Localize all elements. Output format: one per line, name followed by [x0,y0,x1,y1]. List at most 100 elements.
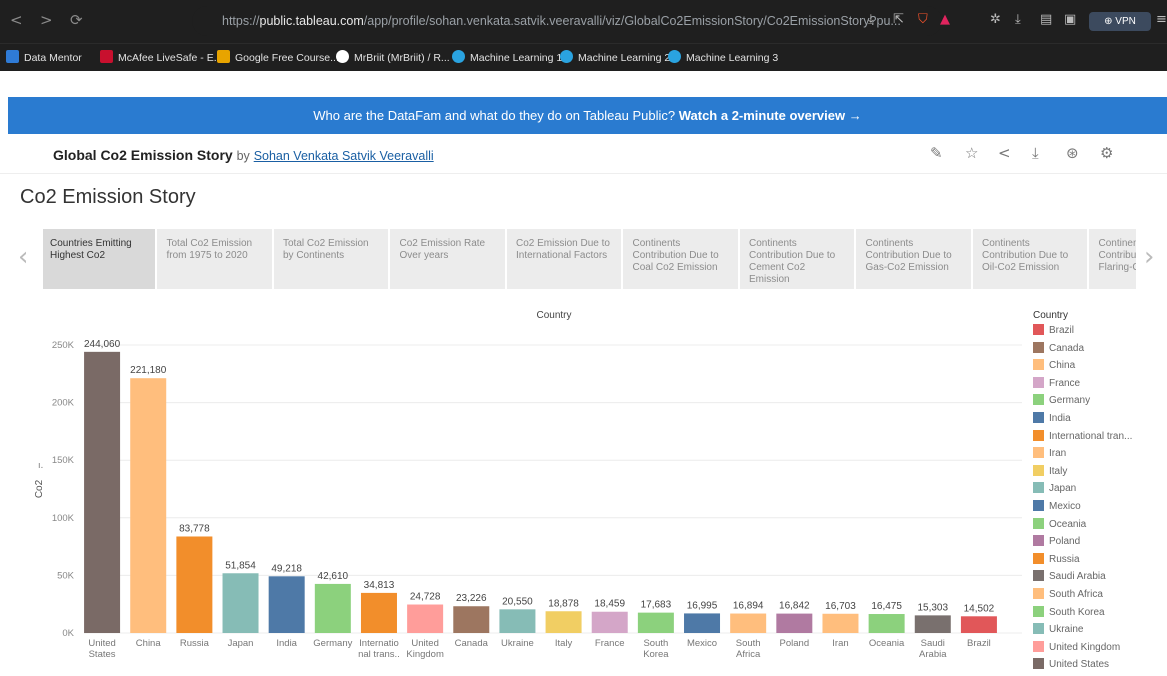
legend-item[interactable]: China [1033,359,1167,377]
bar[interactable] [268,576,305,633]
story-tab-7[interactable]: Continents Contribution Due to Cement Co… [742,229,856,289]
vpn-button[interactable]: ⊕ VPN [1089,12,1151,31]
share-icon[interactable]: < [998,144,1011,162]
download-icon[interactable]: ⤓ [868,12,874,27]
bar[interactable] [545,611,582,633]
datafam-banner[interactable]: Who are the DataFam and what do they do … [8,97,1167,134]
legend-item[interactable]: India [1033,411,1167,430]
legend-swatch [1033,482,1044,494]
bar[interactable] [360,592,397,633]
legend-swatch [1033,623,1044,635]
value-label: 18,878 [548,598,579,609]
value-label: 221,180 [130,365,167,376]
legend-item[interactable]: South Korea [1033,605,1167,624]
bookmark-mcafee[interactable]: McAfee LiveSafe - E... [100,50,222,64]
legend-item[interactable]: Poland [1033,535,1167,553]
extensions-icon[interactable]: ✲ [990,12,1001,27]
value-label: 49,218 [271,563,302,574]
legend-label: United Kingdom [1049,641,1121,653]
legend-item[interactable]: France [1033,376,1167,395]
story-tab-10[interactable]: Continents Contribution Due to Flaring-C… [1092,229,1137,289]
bookmark-ml-1[interactable]: Machine Learning 1 [452,50,562,64]
bar[interactable] [822,613,859,633]
x-tick-label: Brazil [967,638,991,649]
axis-sort-icon[interactable]: ı. [38,461,43,471]
bar[interactable] [960,616,997,633]
story-tab-5[interactable]: Co2 Emission Due to International Factor… [509,229,623,289]
x-tick-label: Japan [228,638,254,649]
legend-item[interactable]: Iran [1033,447,1167,465]
legend-item[interactable]: Germany [1033,394,1167,412]
bar[interactable] [868,614,905,633]
bar[interactable] [914,615,951,633]
story-next-chevron-icon[interactable]: › [1144,242,1154,272]
bar[interactable] [130,378,167,633]
bar[interactable] [637,612,674,633]
bookmark-ml-3[interactable]: Machine Learning 3 [668,50,778,64]
menu-icon[interactable]: ≡ [1156,12,1167,27]
legend-item[interactable]: Russia [1033,552,1167,571]
legend-item[interactable]: Saudi Arabia [1033,570,1167,588]
story-tab-8[interactable]: Continents Contribution Due to Gas-Co2 E… [859,229,973,289]
x-tick-label: Internatio [359,638,399,649]
viz-by: by [236,149,250,163]
bar[interactable] [314,583,351,633]
legend-item[interactable]: Italy [1033,464,1167,483]
bar[interactable] [453,606,490,633]
legend-item[interactable]: South Africa [1033,587,1167,606]
legend-item[interactable]: Japan [1033,482,1167,500]
bar[interactable] [499,609,536,633]
bookmark-google-courses[interactable]: Google Free Course... [217,50,339,64]
y-tick-label: 250K [52,340,75,351]
reload-icon[interactable]: ⟳ [70,11,83,29]
legend-label: China [1049,360,1076,372]
value-label: 14,502 [964,603,995,614]
forward-icon[interactable]: > [40,11,53,29]
legend-item[interactable]: International tran... [1033,429,1167,448]
story-tab-6[interactable]: Continents Contribution Due to Coal Co2 … [626,229,740,289]
share-icon[interactable]: ⇱ [893,12,904,27]
bookmark-github[interactable]: MrBriit (MrBriit) / R... [336,50,450,64]
legend-item[interactable]: Brazil [1033,324,1167,342]
story-prev-chevron-icon[interactable]: ‹ [18,242,28,272]
legend-item[interactable]: Ukraine [1033,623,1167,641]
story-tab-1[interactable]: Countries Emitting Highest Co2 [43,229,157,289]
story-tab-3[interactable]: Total Co2 Emission by Continents [276,229,390,289]
bookmark-data-mentor[interactable]: Data Mentor [6,50,82,64]
x-tick-label: nal trans.. [358,649,400,660]
bar[interactable] [84,351,121,633]
bar[interactable] [776,613,813,633]
legend-item[interactable]: Mexico [1033,499,1167,518]
bar[interactable] [684,613,721,633]
story-tab-9[interactable]: Continents Contribution Due to Oil-Co2 E… [975,229,1089,289]
bar[interactable] [176,536,213,633]
download-icon[interactable]: ⤓ [1032,144,1039,162]
bar[interactable] [407,604,444,633]
back-icon[interactable]: < [10,11,23,29]
story-tab-4[interactable]: Co2 Emission Rate Over years [393,229,507,289]
rewards-icon[interactable]: ▲ [940,12,950,27]
downloads-icon[interactable]: ⤓ [1015,12,1021,27]
edit-icon[interactable]: ✎ [930,144,943,162]
metrics-icon[interactable]: ⊛ [1066,144,1079,162]
bar[interactable] [591,611,628,633]
author-link[interactable]: Sohan Venkata Satvik Veeravalli [254,149,434,163]
address-bar[interactable]: https://public.tableau.com/app/profile/s… [192,6,942,36]
brave-shield-icon[interactable]: ⛉ [918,12,928,27]
wallet-icon[interactable]: ▣ [1064,12,1076,27]
legend-item[interactable]: United Kingdom [1033,640,1167,659]
legend-item[interactable]: Canada [1033,341,1167,360]
value-label: 24,728 [410,592,441,603]
sidebar-icon[interactable]: ▤ [1040,12,1052,27]
bar[interactable] [222,573,259,633]
url-prefix: https:// [222,14,260,28]
story-tab-2[interactable]: Total Co2 Emission from 1975 to 2020 [160,229,274,289]
y-tick-label: 50K [57,570,75,581]
settings-gear-icon[interactable]: ⚙ [1100,144,1113,162]
legend-item[interactable]: Oceania [1033,517,1167,536]
favorite-star-icon[interactable]: ☆ [965,144,978,162]
legend-item[interactable]: United States [1033,658,1167,676]
bookmark-ml-2[interactable]: Machine Learning 2 [560,50,670,64]
bar[interactable] [730,613,767,633]
banner-link[interactable]: Watch a 2-minute overview → [679,108,862,123]
